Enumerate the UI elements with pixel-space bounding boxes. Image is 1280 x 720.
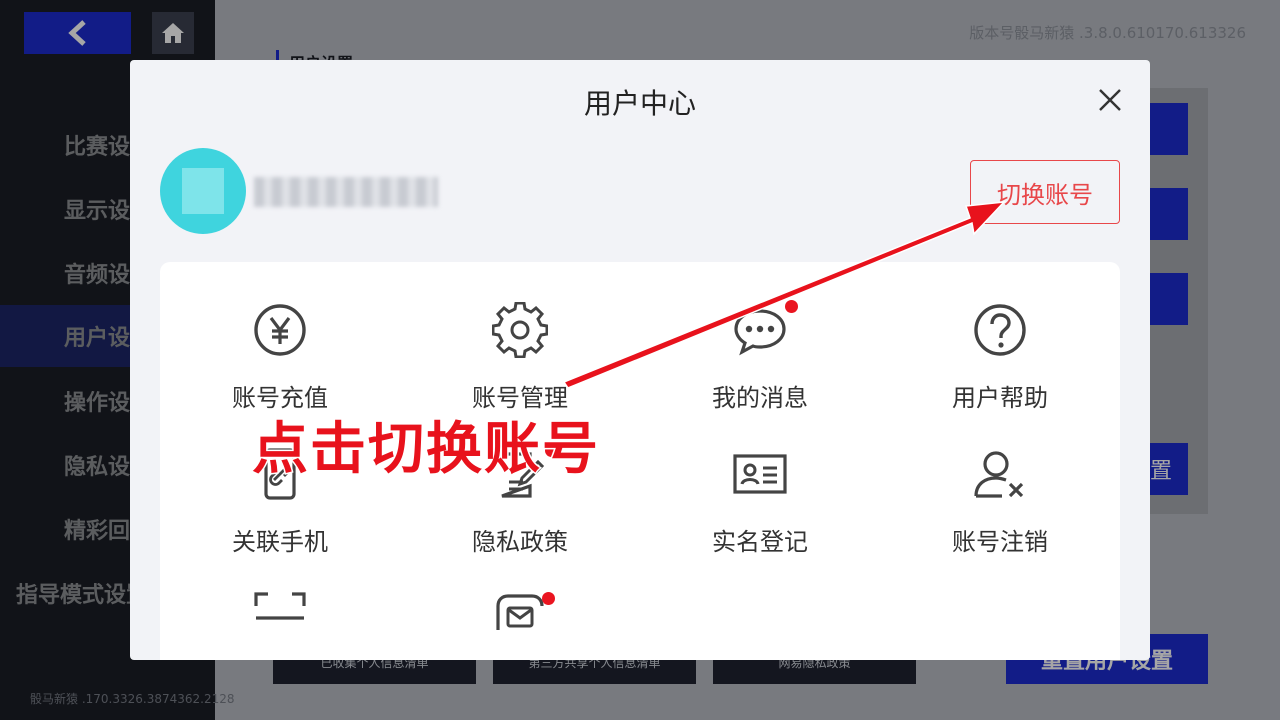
chat-icon <box>734 309 786 356</box>
notification-dot <box>785 300 798 313</box>
menu-item-label: 实名登记 <box>712 528 808 556</box>
user-center-dialog: 用户中心 切换账号 账号充值 账号管理 我的消息 用户帮助 关联手机 隐私政策 … <box>130 60 1150 660</box>
scan-icon <box>254 592 306 620</box>
menu-item-label: 账号注销 <box>952 528 1048 556</box>
avatar <box>160 148 246 234</box>
notification-dot <box>542 592 555 605</box>
menu-item-scan[interactable] <box>160 550 400 660</box>
yuan-icon <box>254 304 306 356</box>
menu-item-messages[interactable]: 我的消息 <box>640 262 880 412</box>
annotation-text: 点击切换账号 <box>251 416 600 484</box>
menu-item-account-manage[interactable]: 账号管理 <box>400 262 640 412</box>
menu-item-recharge[interactable]: 账号充值 <box>160 262 400 412</box>
menu-item-deactivate[interactable]: 账号注销 <box>880 406 1120 556</box>
mail-box-icon <box>496 594 544 630</box>
username-blurred <box>254 177 438 207</box>
dialog-title: 用户中心 <box>583 87 696 120</box>
menu-item-mailbox[interactable] <box>400 550 640 660</box>
gear-icon <box>492 302 548 358</box>
user-remove-icon <box>974 451 1024 498</box>
close-icon[interactable] <box>1096 86 1124 114</box>
switch-account-button[interactable]: 切换账号 <box>970 160 1120 224</box>
help-icon <box>974 304 1026 356</box>
menu-item-real-name[interactable]: 实名登记 <box>640 406 880 556</box>
menu-item-help[interactable]: 用户帮助 <box>880 262 1120 412</box>
id-card-icon <box>733 454 787 494</box>
